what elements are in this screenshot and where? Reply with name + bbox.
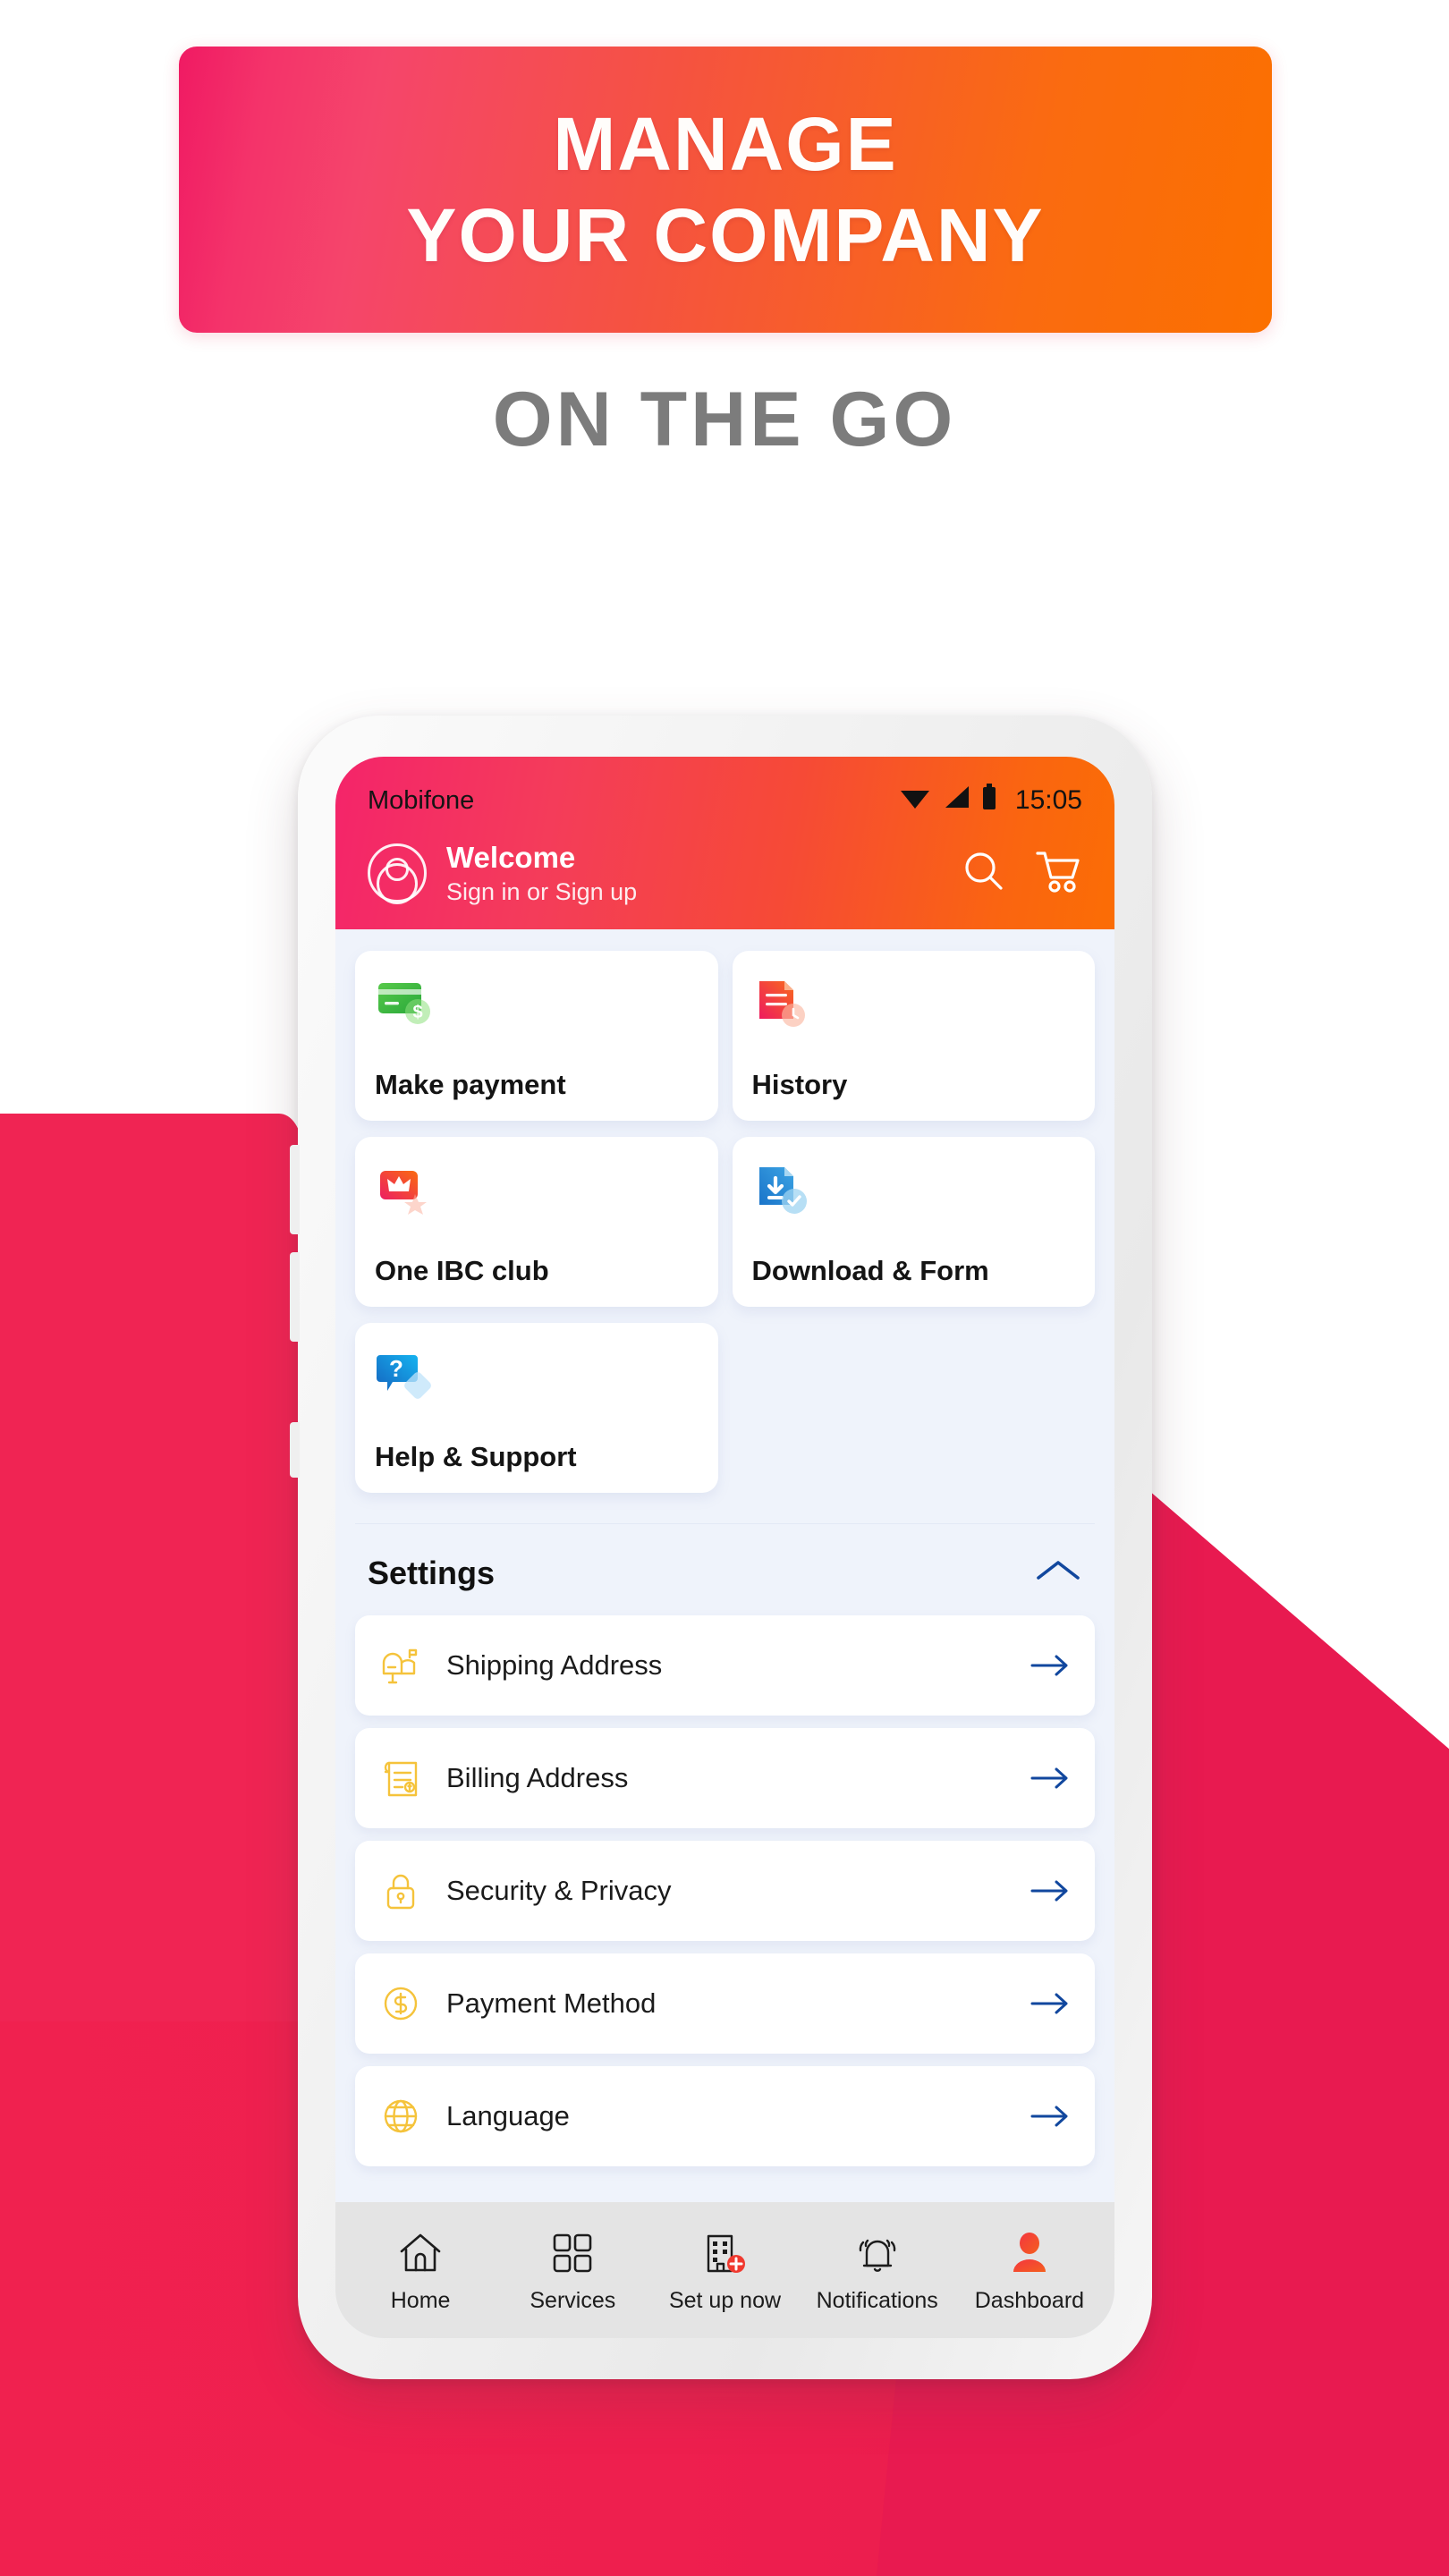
status-bar: Mobifone 15:05 xyxy=(368,784,1082,818)
phone-volume-down-button[interactable] xyxy=(290,1252,300,1342)
arrow-right-icon[interactable] xyxy=(1029,2102,1072,2131)
building-plus-icon xyxy=(701,2227,750,2279)
cart-icon[interactable] xyxy=(1034,848,1082,899)
phone-volume-up-button[interactable] xyxy=(290,1145,300,1234)
signal-icon xyxy=(942,784,970,817)
promo-headline-banner: MANAGE YOUR COMPANY xyxy=(179,47,1272,333)
nav-item-label: Home xyxy=(390,2287,451,2313)
settings-row-label: Payment Method xyxy=(446,1987,657,2019)
arrow-right-icon[interactable] xyxy=(1029,1989,1072,2018)
tile-history[interactable]: History xyxy=(732,950,1095,1121)
account-row[interactable]: Welcome Sign in or Sign up xyxy=(368,841,1082,906)
phone-mockup: Mobifone 15:05 Welcome Sign in or Sign u… xyxy=(290,716,1152,2379)
tile-label: Download & Form xyxy=(751,1254,989,1286)
globe-icon xyxy=(378,2094,423,2139)
welcome-title: Welcome xyxy=(446,841,576,874)
nav-item-label: Dashboard xyxy=(974,2287,1085,2313)
chevron-up-icon[interactable] xyxy=(1034,1556,1082,1589)
document-download-check-icon xyxy=(752,1160,813,1221)
status-indicators: 15:05 xyxy=(899,784,1082,818)
tile-label: Help & Support xyxy=(375,1440,577,1472)
status-time: 15:05 xyxy=(1014,785,1082,815)
mailbox-icon xyxy=(378,1643,423,1688)
svg-text:?: ? xyxy=(389,1355,403,1382)
headline-line-1: MANAGE xyxy=(553,101,898,186)
arrow-right-icon[interactable] xyxy=(1029,1764,1072,1792)
grid-squares-icon xyxy=(550,2227,595,2279)
crown-star-icon xyxy=(375,1160,436,1221)
tile-label: Make payment xyxy=(375,1068,566,1100)
nav-item-home[interactable]: Home xyxy=(344,2227,496,2314)
settings-row-language[interactable]: Language xyxy=(355,2065,1095,2166)
tile-make-payment[interactable]: $ Make payment xyxy=(355,950,718,1121)
credit-card-dollar-icon: $ xyxy=(375,974,436,1035)
nav-item-services[interactable]: Services xyxy=(496,2227,648,2314)
tile-one-ibc-club[interactable]: One IBC club xyxy=(355,1136,718,1307)
nav-item-set-up-now[interactable]: Set up now xyxy=(648,2227,801,2314)
document-clock-icon xyxy=(752,974,813,1035)
tile-placeholder xyxy=(733,1323,1096,1493)
settings-title: Settings xyxy=(368,1554,496,1591)
settings-section: Settings Shipping Address Billing Addres… xyxy=(335,1524,1114,2179)
nav-item-notifications[interactable]: Notifications xyxy=(801,2227,953,2314)
settings-row-shipping-address[interactable]: Shipping Address xyxy=(355,1614,1095,1716)
settings-row-security-privacy[interactable]: Security & Privacy xyxy=(355,1840,1095,1941)
user-avatar-icon xyxy=(368,843,427,903)
nav-item-label: Set up now xyxy=(668,2287,782,2313)
home-icon xyxy=(397,2227,444,2279)
bell-icon xyxy=(852,2227,902,2279)
signin-signup-link[interactable]: Sign in or Sign up xyxy=(446,878,961,906)
settings-row-label: Security & Privacy xyxy=(446,1874,672,1906)
settings-row-payment-method[interactable]: Payment Method xyxy=(355,1953,1095,2054)
tile-help-support[interactable]: ? Help & Support xyxy=(355,1322,718,1493)
settings-row-label: Language xyxy=(446,2099,570,2131)
bottom-navigation-bar: Home Services Set up now Notifications D… xyxy=(335,2202,1114,2338)
nav-item-label: Services xyxy=(530,2287,616,2313)
settings-row-label: Shipping Address xyxy=(446,1648,663,1681)
tile-label: One IBC club xyxy=(375,1254,549,1286)
invoice-icon xyxy=(378,1756,423,1801)
question-bubble-icon: ? xyxy=(375,1346,436,1407)
promo-subheadline: ON THE GO xyxy=(492,377,957,462)
search-icon[interactable] xyxy=(961,848,1007,899)
nav-item-label: Notifications xyxy=(816,2287,938,2313)
phone-power-button[interactable] xyxy=(290,1422,300,1478)
quick-actions-grid: $ Make payment History One IBC club Down… xyxy=(355,950,1096,1493)
nav-item-dashboard[interactable]: Dashboard xyxy=(953,2227,1106,2314)
svg-text:$: $ xyxy=(412,1003,422,1022)
settings-header[interactable]: Settings xyxy=(355,1524,1095,1615)
tile-label: History xyxy=(751,1068,848,1100)
battery-icon xyxy=(981,784,997,818)
arrow-right-icon[interactable] xyxy=(1029,1877,1072,1905)
settings-row-billing-address[interactable]: Billing Address xyxy=(355,1727,1095,1828)
settings-list: Shipping Address Billing Address Securit… xyxy=(355,1614,1095,2166)
status-carrier: Mobifone xyxy=(368,785,475,815)
user-person-icon xyxy=(1007,2227,1052,2279)
app-header: Mobifone 15:05 Welcome Sign in or Sign u… xyxy=(335,757,1114,929)
quick-actions-area: $ Make payment History One IBC club Down… xyxy=(335,929,1114,1524)
headline-line-2: YOUR COMPANY xyxy=(406,193,1045,277)
phone-screen: Mobifone 15:05 Welcome Sign in or Sign u… xyxy=(335,757,1114,2338)
arrow-right-icon[interactable] xyxy=(1029,1651,1072,1680)
wifi-icon xyxy=(899,784,931,817)
padlock-icon xyxy=(378,1868,423,1913)
dollar-circle-icon xyxy=(378,1981,423,2026)
tile-download-form[interactable]: Download & Form xyxy=(732,1136,1095,1307)
header-actions xyxy=(961,848,1082,899)
settings-row-label: Billing Address xyxy=(446,1761,629,1793)
account-text: Welcome Sign in or Sign up xyxy=(446,841,961,906)
